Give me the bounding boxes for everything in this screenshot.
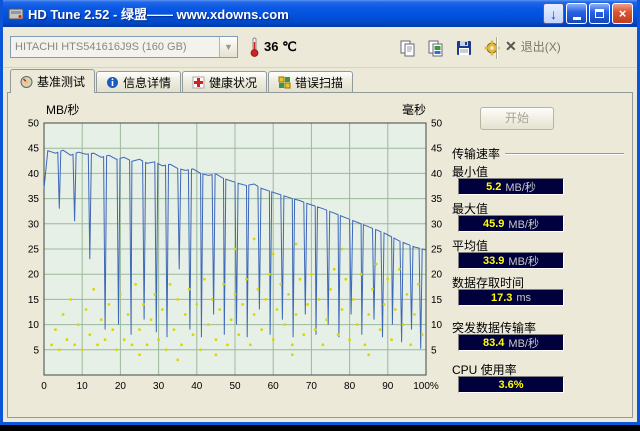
- svg-text:10: 10: [431, 320, 443, 331]
- svg-text:30: 30: [28, 219, 40, 230]
- benchmark-chart: 50 5045 4540 4035 3530 3025 2520 2015 1510 105 50 1…: [28, 119, 443, 393]
- svg-text:25: 25: [28, 245, 40, 256]
- svg-text:70: 70: [306, 381, 318, 392]
- toolbar-separator: [496, 37, 498, 59]
- svg-text:10: 10: [28, 320, 40, 331]
- options-icon[interactable]: [479, 35, 504, 60]
- save-icon[interactable]: [451, 35, 476, 60]
- window-title: HD Tune 2.52 - 绿盟—— www.xdowns.com: [28, 7, 289, 22]
- minimize-icon[interactable]: [566, 3, 587, 24]
- tab-health[interactable]: 健康状况: [182, 71, 268, 92]
- exit-button[interactable]: ✕ 退出(X): [505, 38, 561, 55]
- cpu-usage-value-box: 3.6%: [458, 376, 564, 393]
- svg-text:40: 40: [28, 169, 40, 180]
- benchmark-panel: MB/秒 毫秒 50 50 45 45 40 40 35 35 30 30 25 25 20 20 15 15…: [7, 92, 633, 418]
- tab-info[interactable]: 信息详情: [96, 71, 182, 92]
- thermometer-icon: [250, 37, 259, 57]
- svg-text:0: 0: [41, 381, 47, 392]
- app-icon: [8, 8, 24, 19]
- toolbar: HITACHI HTS541616J9S (160 GB) ▼ 36 ℃ ✕ 退…: [3, 27, 637, 68]
- info-icon: [107, 76, 119, 88]
- svg-text:10: 10: [77, 381, 89, 392]
- svg-text:15: 15: [431, 295, 443, 306]
- tab-label: 错误扫描: [295, 75, 344, 90]
- min-value: 5.2: [486, 180, 502, 193]
- svg-text:20: 20: [115, 381, 127, 392]
- max-unit: MB/秒: [508, 218, 539, 231]
- avg-unit: MB/秒: [508, 255, 539, 268]
- y-axis-left-label: MB/秒: [46, 103, 80, 117]
- y-axis-right-label: 毫秒: [401, 103, 426, 117]
- svg-text:50: 50: [431, 119, 443, 130]
- access-time-unit: ms: [516, 291, 532, 304]
- min-value-box: 5.2 MB/秒: [458, 178, 564, 195]
- svg-text:45: 45: [431, 144, 443, 155]
- copy-image-icon[interactable]: [423, 35, 448, 60]
- svg-text:20: 20: [28, 270, 40, 281]
- scan-blocks-icon: [278, 76, 291, 88]
- svg-text:50: 50: [28, 119, 40, 130]
- burst-rate-value: 83.4: [483, 336, 505, 349]
- svg-text:50: 50: [229, 381, 241, 392]
- svg-text:25: 25: [431, 245, 443, 256]
- burst-rate-value-box: 83.4 MB/秒: [458, 334, 564, 351]
- svg-text:35: 35: [28, 194, 40, 205]
- access-time-value-box: 17.3 ms: [458, 289, 564, 306]
- tab-label: 健康状况: [209, 75, 258, 90]
- tab-label: 信息详情: [123, 75, 172, 90]
- drive-select-dropdown[interactable]: HITACHI HTS541616J9S (160 GB) ▼: [10, 36, 238, 58]
- access-time-value: 17.3: [490, 291, 513, 304]
- max-value: 45.9: [483, 217, 505, 230]
- svg-text:90: 90: [382, 381, 394, 392]
- svg-text:40: 40: [191, 381, 203, 392]
- tab-benchmark[interactable]: 基准测试: [10, 69, 96, 93]
- download-icon[interactable]: ↓: [543, 3, 564, 24]
- tab-label: 基准测试: [37, 75, 86, 89]
- maximize-icon[interactable]: [589, 3, 610, 24]
- svg-text:60: 60: [268, 381, 280, 392]
- max-value-box: 45.9 MB/秒: [458, 215, 564, 232]
- avg-value: 33.9: [483, 254, 505, 267]
- svg-text:30: 30: [431, 219, 443, 230]
- svg-text:15: 15: [28, 295, 40, 306]
- drive-select-value: HITACHI HTS541616J9S (160 GB): [15, 41, 187, 53]
- svg-text:100%: 100%: [413, 381, 439, 392]
- tab-bar: 基准测试 信息详情 健康状况 错误扫描: [10, 69, 354, 93]
- gauge-icon: [20, 76, 33, 88]
- avg-value-box: 33.9 MB/秒: [458, 252, 564, 269]
- results-sidebar: 开始 传输速率 最小值 5.2 MB/秒 最大值 45.9 MB/秒 平均值 3…: [450, 101, 626, 413]
- start-button[interactable]: 开始: [480, 107, 554, 130]
- hdtune-window: HD Tune 2.52 - 绿盟—— www.xdowns.com ↓ × H…: [0, 0, 640, 425]
- temperature-value: 36 ℃: [264, 39, 297, 54]
- group-divider: [505, 152, 624, 155]
- burst-rate-unit: MB/秒: [508, 337, 539, 350]
- svg-text:30: 30: [153, 381, 165, 392]
- exit-label: 退出(X): [520, 40, 561, 54]
- cpu-usage-value: 3.6%: [498, 378, 524, 391]
- svg-text:5: 5: [33, 345, 39, 356]
- svg-text:35: 35: [431, 194, 443, 205]
- tab-error-scan[interactable]: 错误扫描: [268, 71, 354, 92]
- svg-text:20: 20: [431, 270, 443, 281]
- transfer-rate-title: 传输速率: [452, 147, 501, 161]
- exit-icon: ✕: [505, 38, 517, 54]
- svg-text:5: 5: [431, 345, 437, 356]
- titlebar: HD Tune 2.52 - 绿盟—— www.xdowns.com ↓ ×: [3, 0, 637, 27]
- svg-text:80: 80: [344, 381, 356, 392]
- svg-text:45: 45: [28, 144, 40, 155]
- copy-icon[interactable]: [395, 35, 420, 60]
- min-unit: MB/秒: [505, 181, 536, 194]
- svg-text:40: 40: [431, 169, 443, 180]
- close-icon[interactable]: ×: [612, 3, 633, 24]
- health-cross-icon: [192, 76, 205, 88]
- chevron-down-icon[interactable]: ▼: [219, 37, 237, 57]
